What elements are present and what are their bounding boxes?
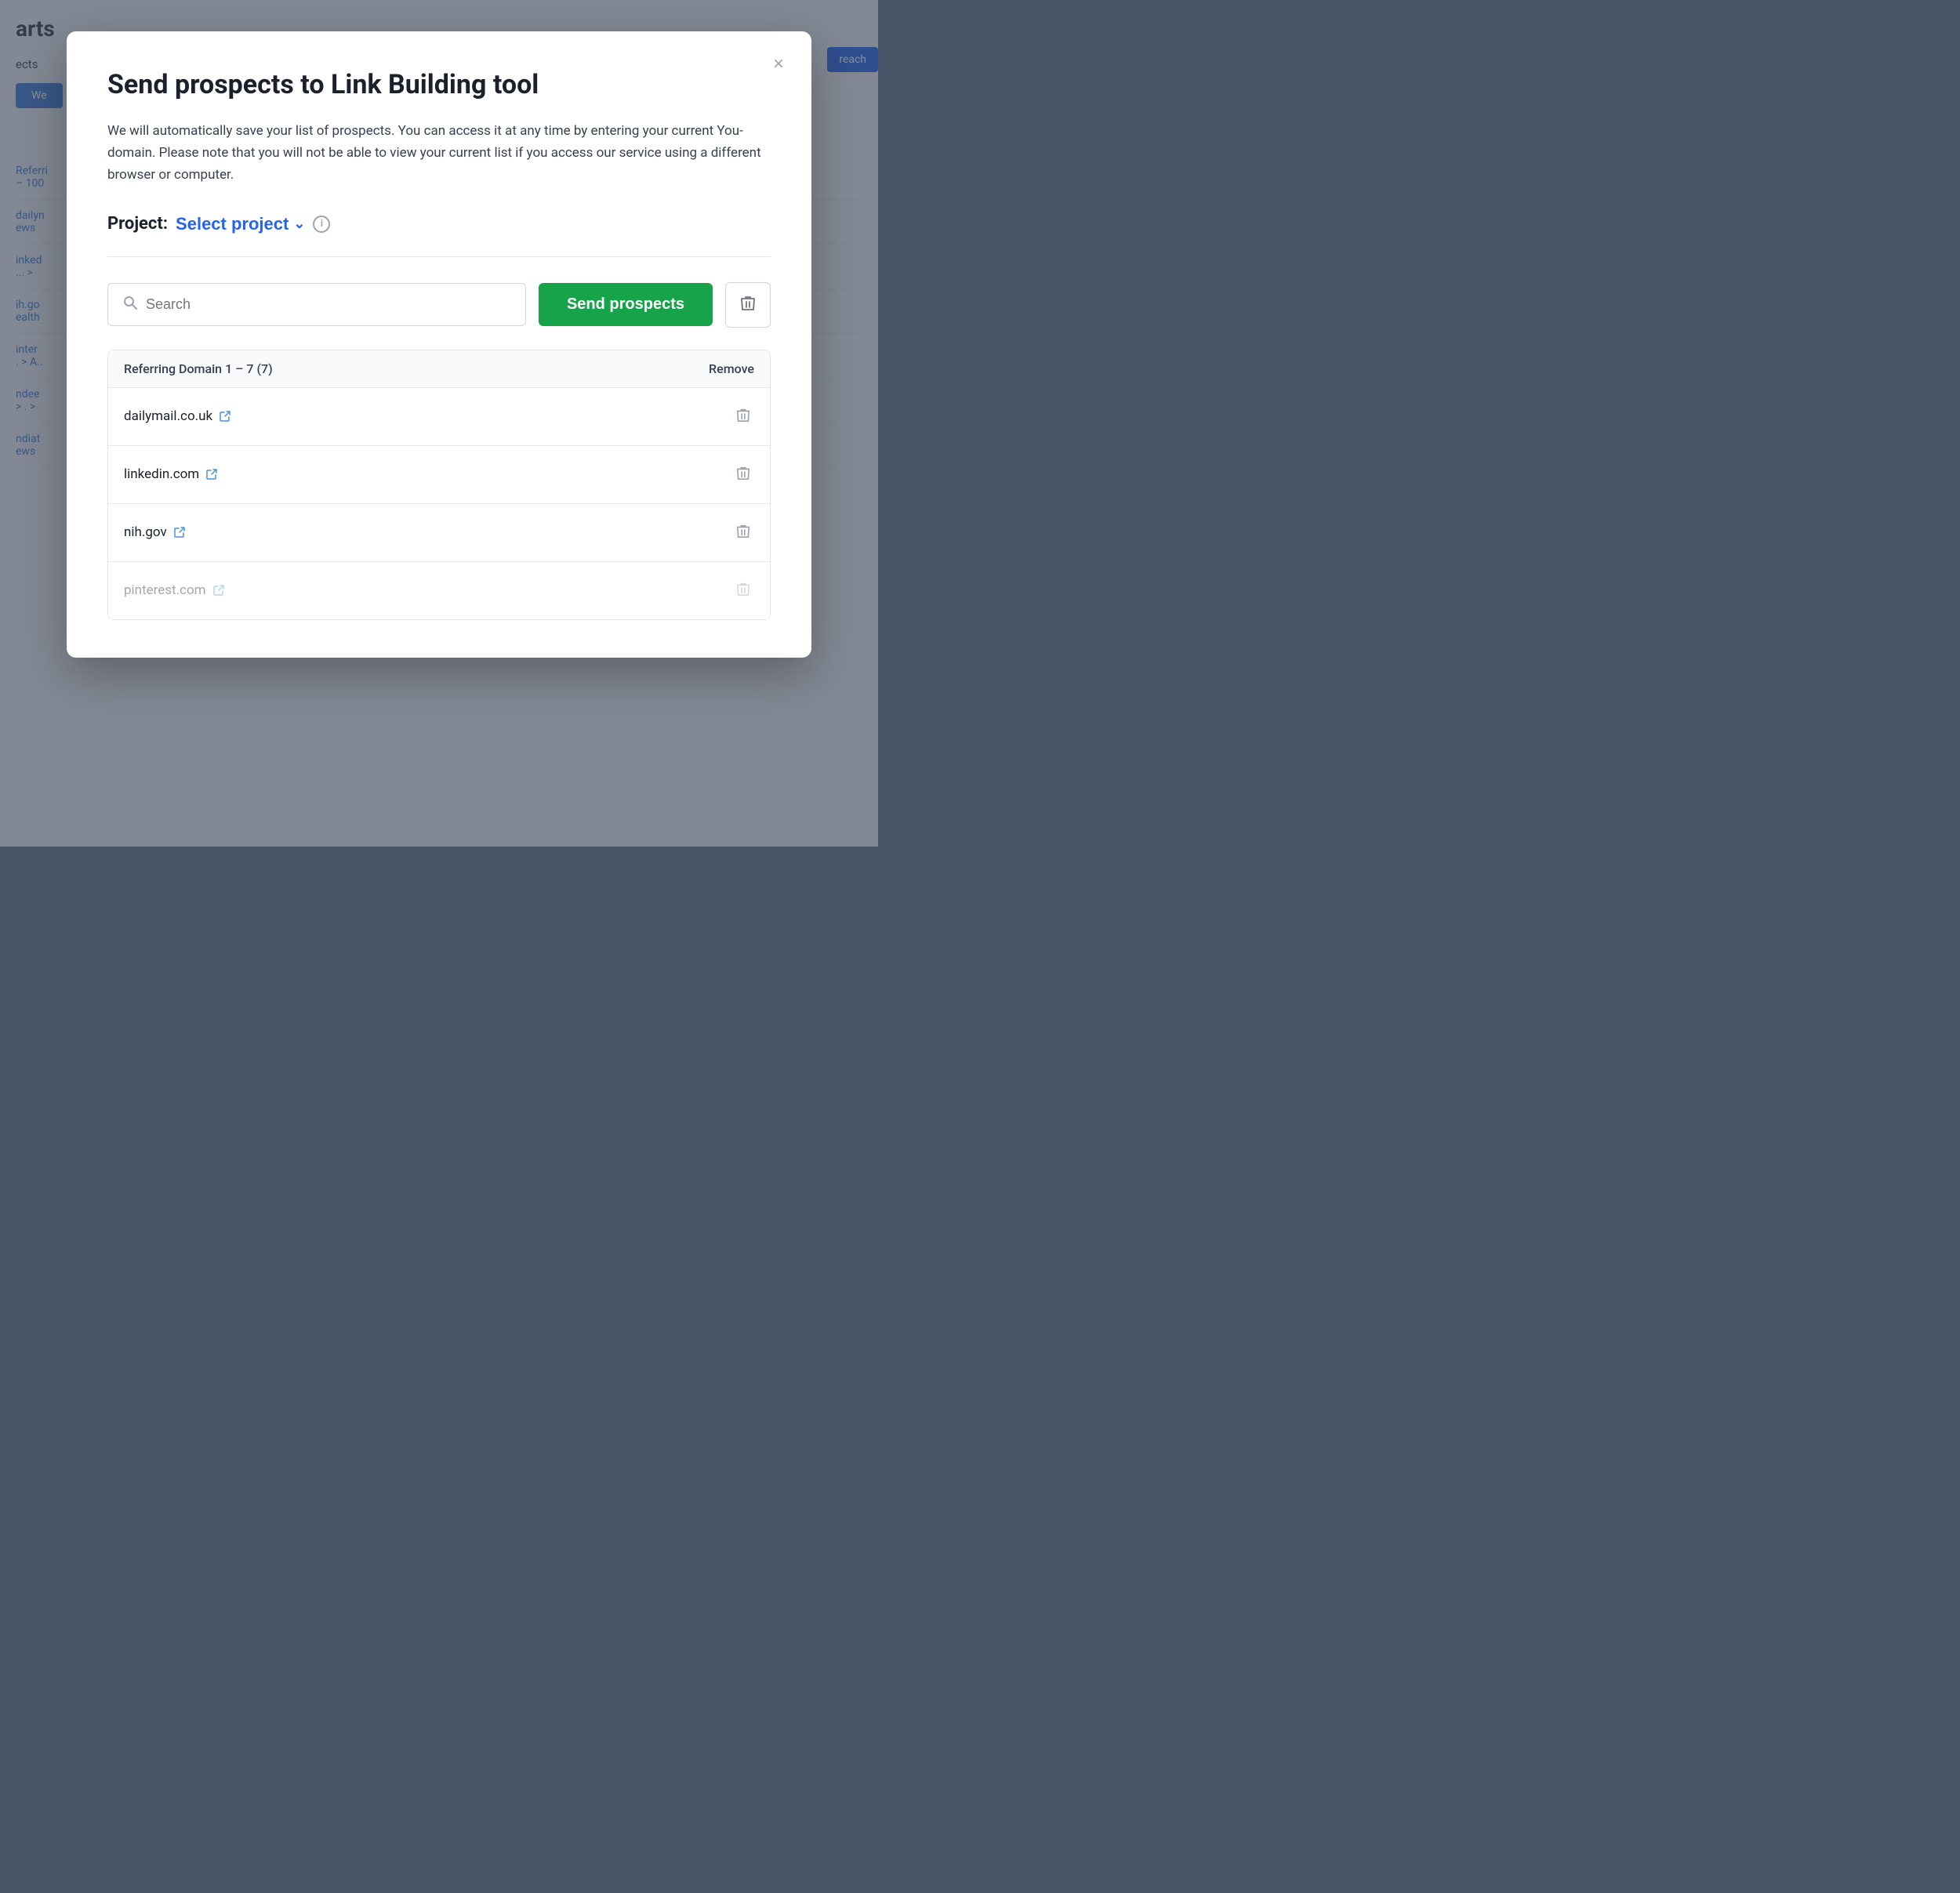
row-delete-button[interactable] xyxy=(732,520,754,546)
project-select-label: Select project xyxy=(176,214,289,234)
domain-name: linkedin.com xyxy=(124,466,199,482)
prospects-table: Referring Domain 1 – 7 (7) Remove dailym… xyxy=(107,350,771,620)
modal-title: Send prospects to Link Building tool xyxy=(107,69,771,101)
send-prospects-button[interactable]: Send prospects xyxy=(539,283,713,326)
domain-name: nih.gov xyxy=(124,524,167,540)
search-input[interactable] xyxy=(146,296,511,313)
bulk-delete-button[interactable] xyxy=(725,282,771,328)
external-link-icon[interactable] xyxy=(173,526,186,539)
remove-cell xyxy=(676,578,754,604)
domain-name: pinterest.com xyxy=(124,582,206,598)
remove-cell xyxy=(676,520,754,546)
table-row: linkedin.com xyxy=(108,446,770,504)
project-row: Project: Select project ⌄ i xyxy=(107,214,771,234)
project-select-button[interactable]: Select project ⌄ xyxy=(176,214,305,234)
search-box xyxy=(107,283,526,326)
close-icon: × xyxy=(773,53,784,75)
row-delete-button[interactable] xyxy=(732,404,754,430)
table-row: pinterest.com xyxy=(108,562,770,619)
chevron-down-icon: ⌄ xyxy=(293,216,305,232)
search-icon xyxy=(122,295,138,314)
modal-dialog: × Send prospects to Link Building tool W… xyxy=(67,31,811,658)
row-delete-button[interactable] xyxy=(732,578,754,604)
external-link-icon[interactable] xyxy=(205,468,218,481)
table-header: Referring Domain 1 – 7 (7) Remove xyxy=(108,350,770,388)
domain-cell: nih.gov xyxy=(124,524,676,540)
divider xyxy=(107,256,771,257)
action-row: Send prospects xyxy=(107,282,771,328)
modal-backdrop: × Send prospects to Link Building tool W… xyxy=(0,0,878,847)
table-row: nih.gov xyxy=(108,504,770,562)
external-link-icon[interactable] xyxy=(219,410,231,422)
domain-cell: pinterest.com xyxy=(124,582,676,598)
trash-icon xyxy=(739,294,757,316)
info-icon[interactable]: i xyxy=(313,216,330,233)
table-row: dailymail.co.uk xyxy=(108,388,770,446)
domain-name: dailymail.co.uk xyxy=(124,408,212,424)
remove-cell xyxy=(676,404,754,430)
row-delete-button[interactable] xyxy=(732,462,754,488)
table-header-domain: Referring Domain 1 – 7 (7) xyxy=(124,361,676,376)
close-button[interactable]: × xyxy=(764,50,793,78)
external-link-icon[interactable] xyxy=(212,584,225,597)
modal-description: We will automatically save your list of … xyxy=(107,120,771,186)
project-label: Project: xyxy=(107,214,168,234)
domain-cell: dailymail.co.uk xyxy=(124,408,676,424)
remove-cell xyxy=(676,462,754,488)
domain-cell: linkedin.com xyxy=(124,466,676,482)
table-header-remove: Remove xyxy=(676,361,754,376)
